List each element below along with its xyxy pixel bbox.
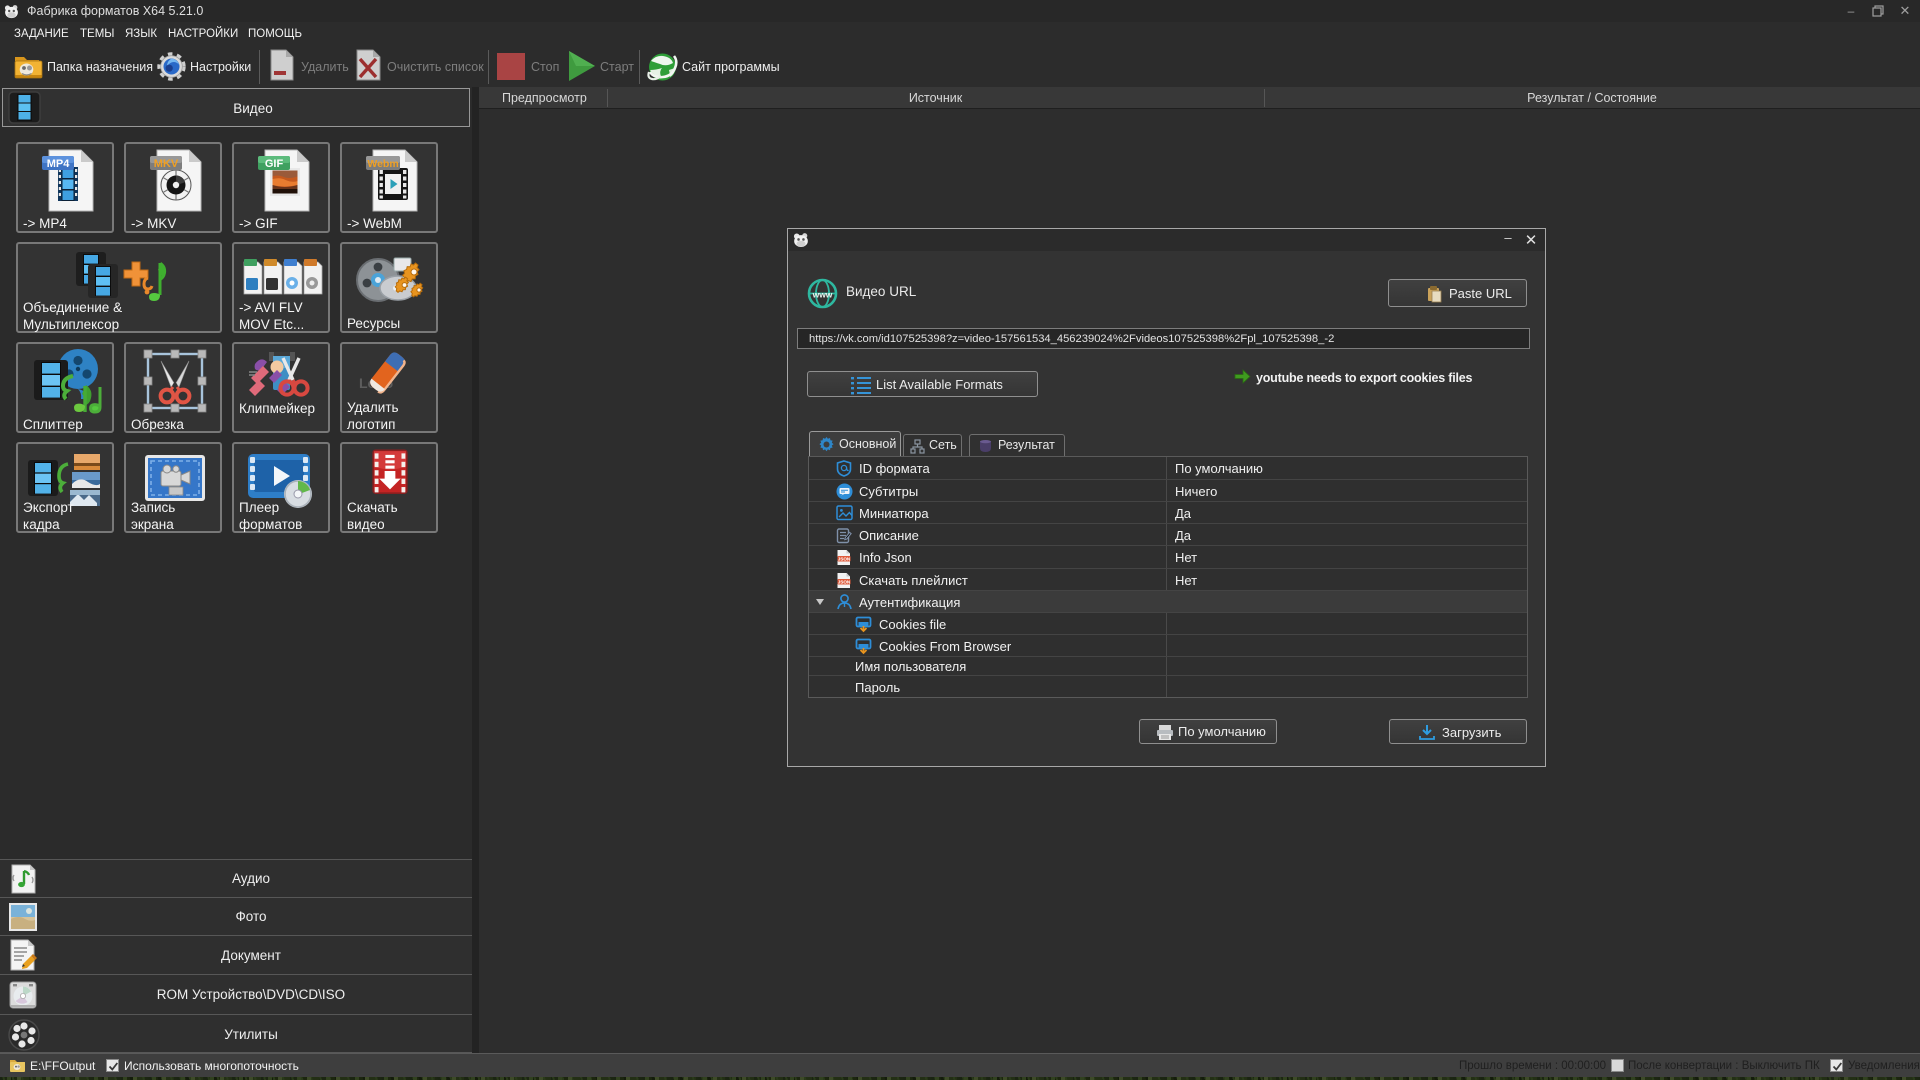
svg-text:JSON: JSON <box>838 556 851 561</box>
svg-text:MP4: MP4 <box>47 158 71 170</box>
svg-text:GIF: GIF <box>265 158 284 170</box>
svg-text:JSON: JSON <box>838 579 851 584</box>
svg-text:www: www <box>812 290 833 300</box>
svg-text:MKV: MKV <box>154 158 179 170</box>
svg-text:Webm: Webm <box>367 158 398 170</box>
